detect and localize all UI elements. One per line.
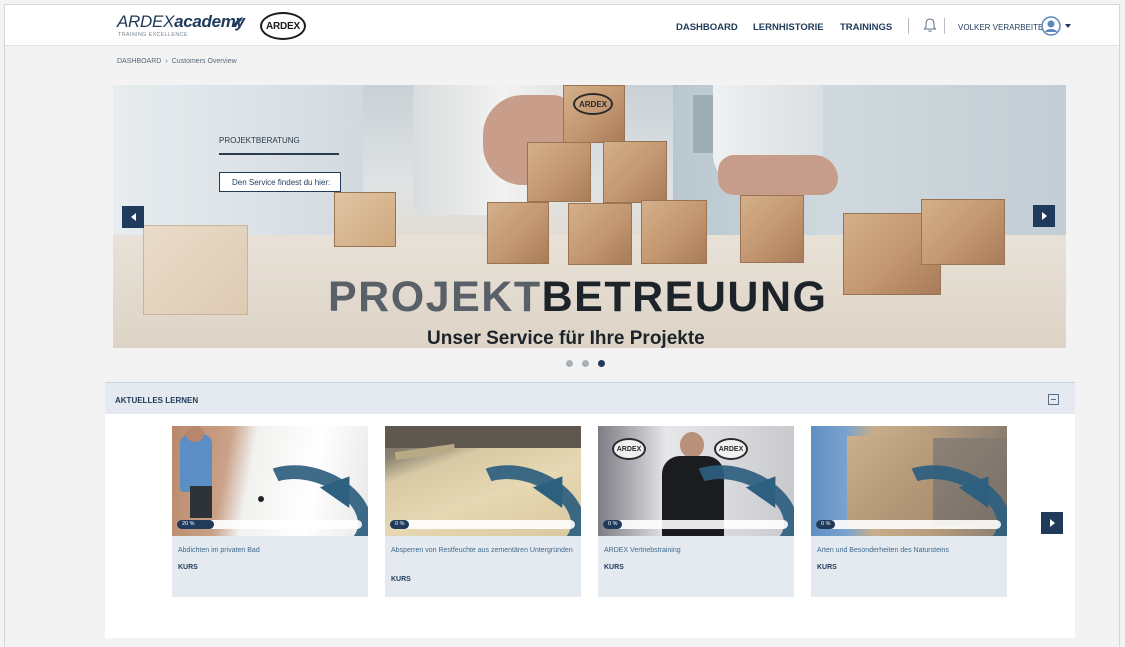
thumb-logo-text: ARDEX (718, 445, 744, 453)
progress-label: 0 % (603, 520, 623, 529)
brand-logo-text: ARDEX (265, 20, 300, 32)
thumb-ardex-logo: ARDEX (612, 438, 646, 460)
caret-right-icon (1049, 519, 1055, 527)
current-learning-section: AKTUELLES LERNEN 20 % Abdichten im priva… (105, 382, 1075, 638)
course-card[interactable]: 0 % Absperren von Restfeuchte aus zement… (385, 426, 581, 597)
hero-block-ardex-logo: ARDEX (573, 93, 613, 115)
hero-wood-block (641, 200, 707, 264)
thumb-floor-edge (385, 426, 581, 448)
hero-wood-block (143, 225, 248, 315)
course-card[interactable]: 20 % Abdichten im privaten Bad KURS (172, 426, 368, 597)
thumb-ardex-logo: ARDEX (714, 438, 748, 460)
hero-subline: Unser Service für Ihre Projekte (427, 328, 705, 348)
nav-divider (908, 18, 909, 34)
cards-next-button[interactable] (1041, 512, 1063, 534)
course-title[interactable]: ARDEX Vertriebstraining (604, 544, 788, 558)
logo-tagline: TRAINING EXCELLENCE (118, 32, 188, 38)
course-type: KURS (391, 576, 411, 583)
breadcrumb-separator: › (165, 58, 168, 65)
course-title[interactable]: Abdichten im privaten Bad (178, 544, 362, 558)
progress-bar (390, 520, 575, 529)
bell-icon[interactable] (923, 17, 937, 33)
top-header: ARDEXacademy TRAINING EXCELLENCE ARDEX D… (5, 5, 1119, 46)
hero-headline: PROJEKTBETREUUNG (328, 273, 827, 322)
hero-headline-light: PROJEKT (328, 273, 542, 321)
carousel-dots (566, 360, 605, 367)
breadcrumb-current: Customers Overview (171, 58, 237, 65)
hero-bg-wall (113, 85, 363, 245)
thumb-person-head (186, 426, 204, 442)
hero-wood-block (527, 142, 591, 202)
hero-panel-title: PROJEKTBERATUNG (219, 136, 300, 145)
hero-wood-block (921, 199, 1005, 265)
caret-right-icon (1041, 212, 1047, 220)
course-title[interactable]: Arten und Besonderheiten des Natursteins (817, 544, 1001, 558)
nav-lernhistorie[interactable]: LERNHISTORIE (753, 22, 824, 33)
course-type: KURS (178, 564, 198, 571)
caret-left-icon (130, 213, 136, 221)
progress-label: 0 % (390, 520, 410, 529)
collapse-icon[interactable] (1048, 394, 1059, 405)
section-title: AKTUELLES LERNEN (115, 396, 199, 405)
hero-panel-underline (219, 153, 339, 155)
carousel-next-button[interactable] (1033, 205, 1055, 227)
hero-block-logo-text: ARDEX (578, 99, 607, 109)
section-header: AKTUELLES LERNEN (105, 382, 1075, 414)
carousel-dot-2[interactable] (582, 360, 589, 367)
progress-bar (177, 520, 362, 529)
course-type: KURS (817, 564, 837, 571)
progress-label: 0 % (816, 520, 836, 529)
carousel-dot-1[interactable] (566, 360, 573, 367)
progress-bar (816, 520, 1001, 529)
course-card[interactable]: 0 % Arten und Besonderheiten des Naturst… (811, 426, 1007, 597)
thumb-logo-text: ARDEX (616, 445, 642, 453)
breadcrumb-home[interactable]: DASHBOARD (117, 58, 161, 65)
course-title[interactable]: Absperren von Restfeuchte aus zementären… (391, 544, 575, 558)
hero-cta-button[interactable]: Den Service findest du hier: (219, 172, 341, 192)
thumb-presenter-head (680, 432, 704, 458)
nav-trainings[interactable]: TRAININGS (840, 22, 892, 33)
ardex-brand-logo[interactable]: ARDEX (260, 12, 306, 40)
course-type: KURS (604, 564, 624, 571)
hero-carousel: ARDEX PROJEKTBERATUNG Den Service findes… (113, 85, 1066, 348)
hero-wood-block (603, 141, 667, 203)
thumb-person-legs (190, 486, 212, 518)
progress-label: 20 % (177, 520, 200, 529)
progress-bar (603, 520, 788, 529)
user-avatar-icon[interactable] (1041, 16, 1061, 36)
thumb-person-shirt (180, 434, 212, 492)
hero-wood-block (568, 203, 632, 265)
ardex-academy-logo[interactable]: ARDEXacademy (117, 12, 245, 32)
carousel-dot-3[interactable] (598, 360, 605, 367)
logo-brand-text: ARDEX (117, 12, 175, 31)
carousel-prev-button[interactable] (122, 206, 144, 228)
hero-wood-block (334, 192, 396, 247)
hero-bg-hand (718, 155, 838, 195)
user-name[interactable]: VOLKER VERARBEITER (958, 23, 1049, 32)
hero-wood-block (740, 195, 804, 263)
hero-wood-block (487, 202, 549, 264)
hero-headline-bold: BETREUUNG (541, 273, 828, 321)
chevron-down-icon[interactable] (1065, 24, 1071, 28)
course-card[interactable]: ARDEX ARDEX 0 % ARDEX Vertriebstraining … (598, 426, 794, 597)
logo-swoosh-icon (233, 17, 243, 27)
breadcrumb: DASHBOARD › Customers Overview (117, 58, 237, 65)
nav-divider (944, 18, 945, 34)
nav-dashboard[interactable]: DASHBOARD (676, 22, 738, 33)
